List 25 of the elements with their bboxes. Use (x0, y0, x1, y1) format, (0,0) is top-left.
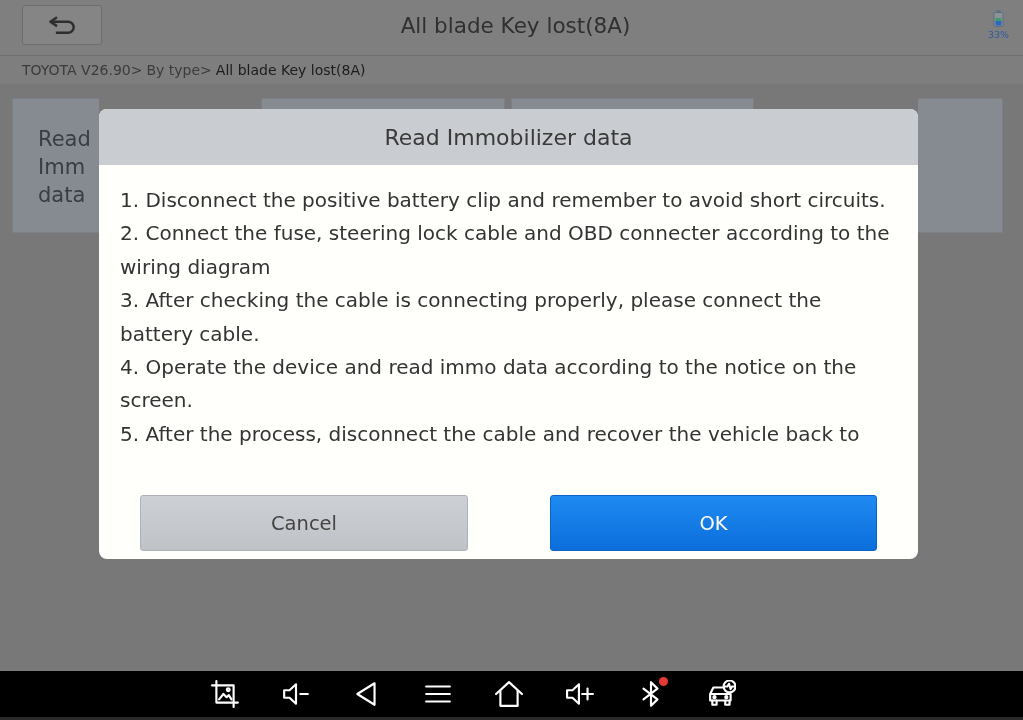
volume-up-icon[interactable] (566, 680, 594, 708)
breadcrumb-item[interactable]: By type> (146, 62, 212, 78)
battery-icon (992, 9, 1004, 27)
instruction-step: 1. Disconnect the positive battery clip and remember to avoid short circuits. (120, 184, 898, 218)
cancel-button[interactable]: Cancel (140, 495, 468, 551)
return-arrow-icon (47, 14, 77, 35)
car-diagnostic-icon[interactable] (708, 680, 736, 708)
breadcrumb-item: All blade Key lost(8A) (215, 62, 366, 78)
instruction-step: 3. After checking the cable is connecting properly, please connect the battery cable. (120, 284, 898, 352)
menu-tile[interactable]: Read Imm data (12, 98, 99, 233)
instruction-step: 4. Operate the device and read immo data according to the notice on the screen. (120, 351, 898, 418)
home-icon[interactable] (495, 680, 523, 708)
breadcrumb-item[interactable]: TOYOTA V26.90> (22, 62, 143, 78)
ok-button[interactable]: OK (550, 495, 877, 551)
dialog-title: Read Immobilizer data (384, 124, 633, 150)
instruction-step: 5. After the process, disconnect the cable and recover the vehicle back to (120, 417, 898, 452)
menu-tile[interactable] (918, 98, 1003, 233)
instruction-step: 2. Connect the fuse, steering lock cable and OBD connecter according to the wiring diagram (120, 217, 898, 285)
menu-tile[interactable] (510, 98, 754, 109)
back-button[interactable] (22, 4, 102, 45)
volume-down-icon[interactable] (282, 680, 310, 708)
battery-percent: 33% (987, 28, 1009, 40)
screenshot-icon[interactable] (211, 680, 239, 708)
menu-tile[interactable] (261, 98, 505, 109)
page-title: All blade Key lost(8A) (400, 13, 631, 38)
